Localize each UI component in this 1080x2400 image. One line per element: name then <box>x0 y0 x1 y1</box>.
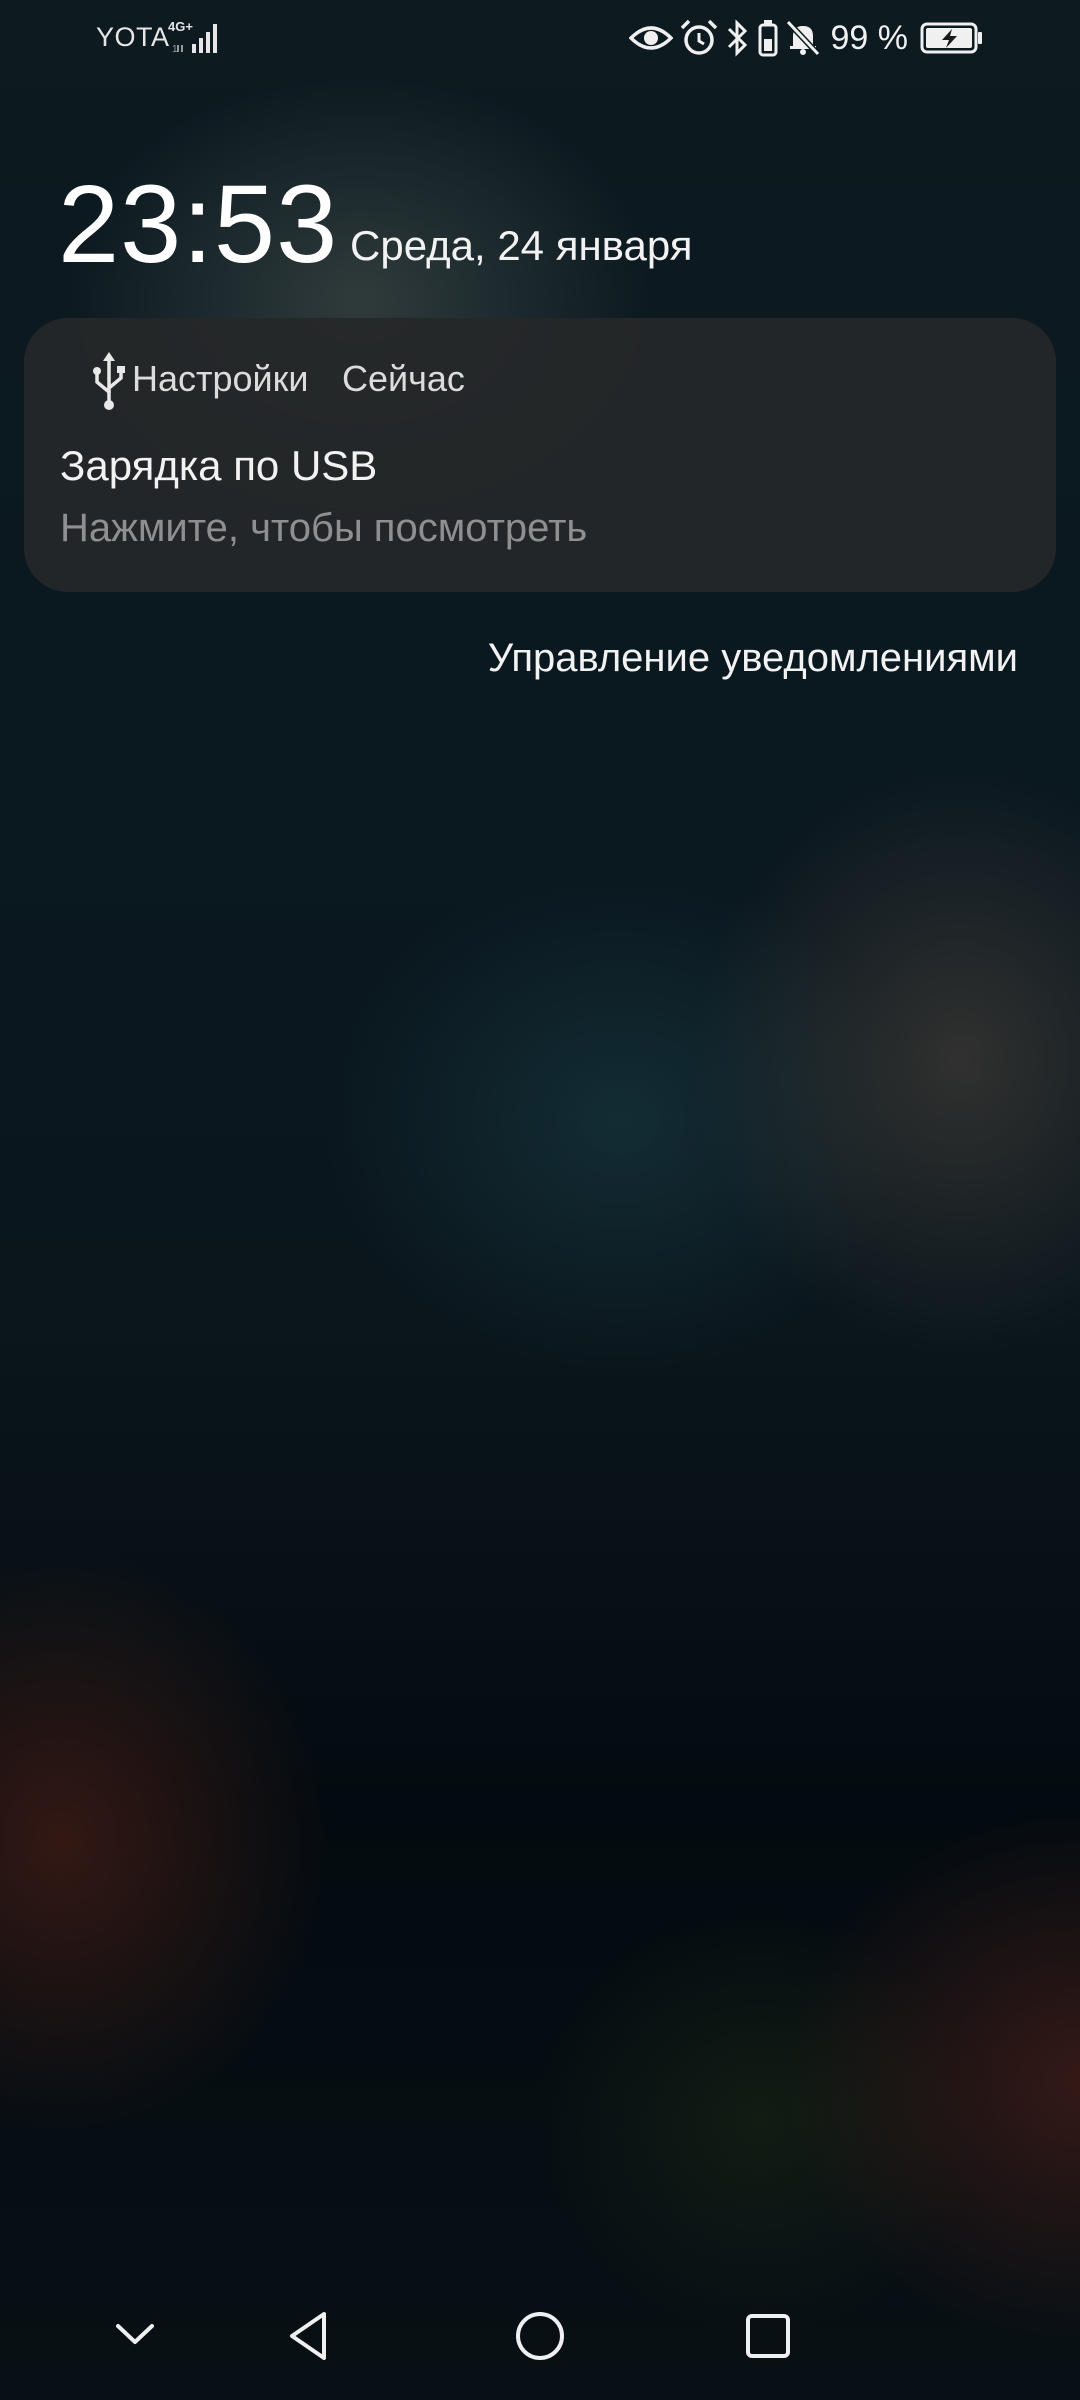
status-icons: 99 % <box>628 16 985 60</box>
notification-card[interactable]: Настройки Сейчас Зарядка по USB Нажмите,… <box>24 318 1056 592</box>
notification-body: Нажмите, чтобы посмотреть <box>60 506 588 550</box>
battery-percent: 99 % <box>830 18 909 57</box>
mute-icon <box>785 19 820 57</box>
signal-strength-icon: 4G+ 1 <box>168 19 217 54</box>
battery-charging-icon <box>920 22 982 54</box>
collapse-icon[interactable] <box>110 2314 160 2354</box>
home-icon[interactable] <box>510 2306 570 2366</box>
status-bar: YOTA 4G+ 1 99 % <box>0 0 1080 80</box>
lockscreen-date: Среда, 24 января <box>350 222 693 269</box>
alarm-icon <box>680 19 717 55</box>
notification-title: Зарядка по USB <box>60 442 378 489</box>
notification-app-name: Настройки <box>132 358 309 399</box>
manage-notifications-button[interactable]: Управление уведомлениями <box>488 636 1018 681</box>
eye-comfort-icon <box>628 26 673 50</box>
lockscreen-clock: 23:53 <box>58 163 339 286</box>
recents-icon[interactable] <box>738 2306 798 2366</box>
bluetooth-icon <box>727 19 747 57</box>
battery-saver-icon <box>758 20 777 57</box>
svg-text:4G+: 4G+ <box>168 19 193 34</box>
carrier-label: YOTA <box>96 22 170 52</box>
notification-time: Сейчас <box>342 358 465 399</box>
back-icon[interactable] <box>280 2306 340 2366</box>
